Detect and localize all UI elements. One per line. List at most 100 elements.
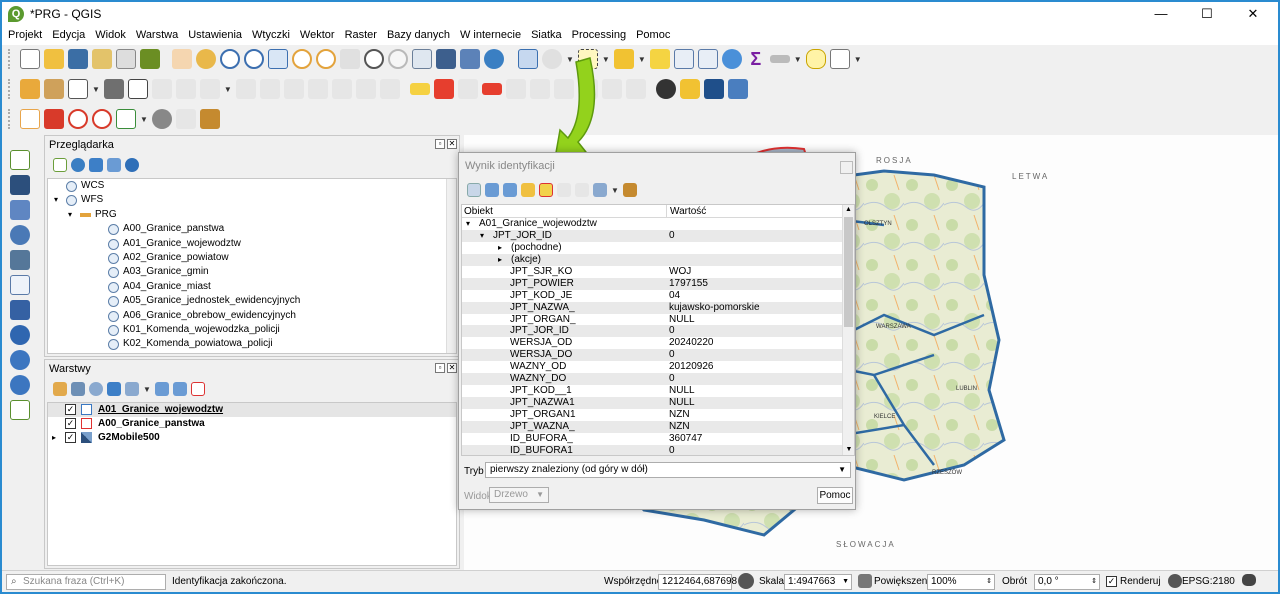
browser-item[interactable]: A02_Granice_powiatow	[48, 251, 456, 265]
print-response-icon[interactable]	[575, 183, 589, 197]
pan-hand-icon[interactable]	[172, 49, 192, 69]
coord-field[interactable]: 1212464,687698	[658, 574, 737, 590]
view-select[interactable]: Drzewo ▼	[489, 487, 549, 503]
refresh-icon[interactable]	[484, 49, 504, 69]
identify-mode-icon[interactable]	[593, 183, 607, 197]
result-row[interactable]: WAZNY_OD 20120926	[462, 361, 854, 373]
pan-to-selection-icon[interactable]	[196, 49, 216, 69]
menu-wtyczki[interactable]: Wtyczki	[252, 29, 290, 41]
result-row[interactable]: JPT_POWIER 1797155	[462, 277, 854, 290]
mode-select[interactable]: pierwszy znaleziony (od góry w dół) ▼	[485, 462, 851, 478]
add-wfs-icon[interactable]	[10, 375, 30, 395]
disabled-tool-icon[interactable]	[175, 109, 196, 129]
expand-new-results-icon[interactable]	[521, 183, 535, 197]
text-annotation-icon[interactable]	[829, 49, 850, 69]
menu-widok[interactable]: Widok	[95, 29, 126, 41]
dialog-close-icon[interactable]	[840, 161, 853, 174]
new-project-icon[interactable]	[20, 49, 40, 69]
zoom-field[interactable]: 100% ⇕	[927, 574, 995, 590]
new-geometry-icon[interactable]	[20, 109, 40, 129]
layer-styling-icon[interactable]	[53, 382, 67, 396]
copy-features-icon[interactable]	[307, 79, 328, 99]
result-row[interactable]: ▸ (pochodne)	[462, 242, 854, 254]
pin-layer-icon[interactable]	[44, 109, 64, 129]
layer-item[interactable]: ✓ A00_Granice_panstwa	[48, 417, 456, 431]
browser-item[interactable]: A03_Granice_gmin	[48, 265, 456, 279]
zoom-red-icon[interactable]	[68, 109, 88, 129]
properties-icon[interactable]	[125, 158, 139, 172]
expand-toggle-icon[interactable]: ▸	[52, 431, 56, 445]
results-scrollbar[interactable]: ▲ ▼	[842, 205, 854, 455]
add-layer-icon[interactable]	[44, 79, 64, 99]
lock-scale-icon[interactable]	[858, 574, 872, 588]
zoom-full-icon[interactable]	[268, 49, 288, 69]
deselect-icon[interactable]	[649, 49, 670, 69]
rotation-field[interactable]: 0,0 ° ⇕	[1034, 574, 1100, 590]
paste-features-icon[interactable]	[331, 79, 352, 99]
result-row[interactable]: JPT_NAZWA1 NULL	[462, 397, 854, 409]
expand-toggle-icon[interactable]: ▸	[498, 242, 502, 254]
filter-browser-icon[interactable]	[89, 158, 103, 172]
toolbar-grip[interactable]	[8, 109, 12, 129]
menu-wektor[interactable]: Wektor	[300, 29, 335, 41]
manage-map-themes-icon[interactable]	[89, 382, 103, 396]
zoom-layer-icon[interactable]	[316, 49, 336, 69]
filter-expression-icon[interactable]	[125, 382, 139, 396]
clear-results-icon[interactable]	[539, 183, 553, 197]
add-feature-icon[interactable]	[199, 79, 220, 99]
refresh-browser-icon[interactable]	[71, 158, 85, 172]
scale-field[interactable]: 1:4947663 ▼	[784, 574, 852, 590]
browser-item[interactable]: A04_Granice_miast	[48, 280, 456, 294]
add-spatialite-icon[interactable]	[10, 275, 30, 295]
help-button[interactable]: Pomoc	[817, 487, 853, 504]
processing-toolbox-icon[interactable]	[721, 49, 742, 69]
zoom-native-icon[interactable]	[340, 49, 360, 69]
layer-visibility-checkbox[interactable]: ✓	[65, 418, 76, 429]
layer-visibility-checkbox[interactable]: ✓	[65, 404, 76, 415]
new-map-view-icon[interactable]	[412, 49, 432, 69]
open-project-icon[interactable]	[44, 49, 64, 69]
new-layer-icon[interactable]	[68, 79, 88, 99]
browser-scrollbar[interactable]	[446, 179, 456, 353]
save-project-icon[interactable]	[68, 49, 88, 69]
result-row[interactable]: WERSJA_DO 0	[462, 349, 854, 362]
select-rect-icon[interactable]	[116, 109, 136, 129]
result-row[interactable]: ID_BUFORA_ 360747	[462, 433, 854, 445]
measure-icon[interactable]	[769, 55, 790, 63]
toggle-extents-icon[interactable]	[738, 573, 754, 589]
menu-bazy-danych[interactable]: Bazy danych	[387, 29, 450, 41]
identify-settings-icon[interactable]	[622, 183, 637, 197]
virtual-layer-icon[interactable]	[103, 79, 124, 99]
remove-layer-icon[interactable]	[190, 382, 205, 396]
maximize-button[interactable]: ☐	[1184, 2, 1230, 25]
result-row[interactable]: JPT_NAZWA_ kujawsko-pomorskie	[462, 301, 854, 314]
label-pin-icon[interactable]	[433, 79, 454, 99]
browser-item[interactable]: K01_Komenda_wojewodzka_policji	[48, 323, 456, 337]
result-row[interactable]: JPT_WAZNA_ NZN	[462, 420, 854, 433]
crs-globe-icon[interactable]	[1168, 574, 1182, 588]
collapse-all-layers-icon[interactable]	[172, 382, 187, 396]
attribute-table-icon[interactable]	[673, 49, 694, 69]
browser-item[interactable]: ▾ WFS	[48, 193, 456, 207]
expand-toggle-icon[interactable]: ▾	[54, 193, 58, 207]
scroll-up-icon[interactable]: ▲	[843, 205, 854, 215]
menu-ustawienia[interactable]: Ustawienia	[188, 29, 242, 41]
toolbar-grip[interactable]	[8, 49, 12, 69]
layer-item[interactable]: ✓ A01_Granice_wojewodztw	[48, 403, 456, 417]
wrench-icon[interactable]	[199, 109, 220, 129]
layer-item[interactable]: ▸ ✓ G2Mobile500	[48, 431, 456, 445]
menu-processing[interactable]: Processing	[572, 29, 626, 41]
new-print-layout-icon[interactable]	[92, 49, 112, 69]
cut-features-icon[interactable]	[283, 79, 304, 99]
add-virtual-layer-icon[interactable]	[10, 400, 30, 420]
menu-edycja[interactable]: Edycja	[52, 29, 85, 41]
toolbar-grip[interactable]	[8, 79, 12, 99]
label-show-icon[interactable]	[457, 79, 478, 99]
vertex-tool-icon[interactable]	[235, 79, 256, 99]
locator-search-input[interactable]: ⌕ Szukana fraza (Ctrl+K)	[6, 574, 166, 590]
bookmark-icon[interactable]	[460, 49, 480, 69]
result-row[interactable]: JPT_KOD_JE 04	[462, 290, 854, 302]
close-panel-icon[interactable]: ✕	[447, 139, 457, 149]
result-row[interactable]: JPT_JOR_ID 0	[462, 325, 854, 338]
statistics-icon[interactable]: Σ	[746, 49, 766, 69]
